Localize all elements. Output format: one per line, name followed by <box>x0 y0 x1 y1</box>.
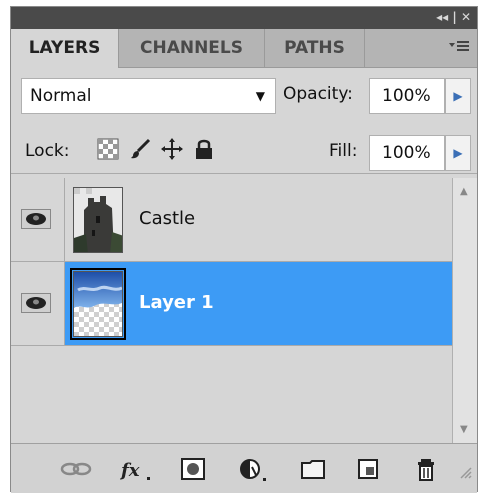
panel-titlebar: ◂◂ | ✕ <box>11 7 477 29</box>
opacity-label: Opacity: <box>283 84 353 104</box>
visibility-cell[interactable] <box>11 262 65 345</box>
lock-paint-brush-icon[interactable] <box>129 138 151 160</box>
trash-icon[interactable] <box>415 458 439 481</box>
lock-position-icon[interactable] <box>161 138 183 160</box>
chevron-down-icon: ▼ <box>255 89 265 103</box>
opacity-slider-arrow-icon[interactable]: ▶ <box>445 78 471 114</box>
visibility-cell[interactable] <box>11 178 65 261</box>
fill-slider-arrow-icon[interactable]: ▶ <box>445 135 471 171</box>
fill-label: Fill: <box>329 141 358 161</box>
link-layers-icon[interactable] <box>59 458 93 480</box>
layers-bottom-toolbar: fx <box>11 443 477 493</box>
panel-tabs: LAYERS CHANNELS PATHS <box>11 29 477 68</box>
lock-all-icon[interactable] <box>193 138 215 160</box>
sky-thumbnail <box>70 268 126 340</box>
tab-paths[interactable]: PATHS <box>265 29 365 67</box>
blend-mode-value: Normal <box>30 86 92 106</box>
layer-name[interactable]: Castle <box>139 208 195 229</box>
eye-icon[interactable] <box>21 293 51 313</box>
resize-grip-icon[interactable] <box>459 458 473 480</box>
layer-row-layer-1[interactable]: Layer 1 <box>11 262 453 346</box>
svg-text:fx: fx <box>119 460 140 481</box>
panel-menu-icon[interactable] <box>449 39 471 57</box>
scroll-up-icon[interactable]: ▲ <box>460 186 468 197</box>
layers-panel: ◂◂ | ✕ LAYERS CHANNELS PATHS Normal ▼ Op… <box>10 6 478 493</box>
new-group-icon[interactable] <box>301 458 325 480</box>
lock-label: Lock: <box>25 141 70 161</box>
add-mask-icon[interactable] <box>181 458 205 480</box>
lock-transparent-icon[interactable] <box>97 138 119 160</box>
layer-name[interactable]: Layer 1 <box>139 292 214 313</box>
opacity-field[interactable]: 100% <box>369 78 445 114</box>
tab-channels[interactable]: CHANNELS <box>119 29 265 67</box>
divider <box>11 173 477 174</box>
adjustment-layer-icon[interactable] <box>239 458 269 481</box>
new-layer-icon[interactable] <box>357 458 381 480</box>
collapse-close-controls[interactable]: ◂◂ | ✕ <box>436 10 471 24</box>
layers-scrollbar[interactable]: ▲ ▼ <box>452 178 477 443</box>
layer-row-castle[interactable]: Castle <box>11 178 453 262</box>
tab-layers[interactable]: LAYERS <box>11 29 119 68</box>
layers-list: Castle Layer 1 <box>11 178 453 443</box>
fill-field[interactable]: 100% <box>369 135 445 171</box>
scroll-down-icon[interactable]: ▼ <box>460 424 468 435</box>
eye-icon[interactable] <box>21 209 51 229</box>
fx-icon[interactable]: fx <box>119 458 153 481</box>
castle-thumbnail <box>73 187 123 253</box>
blend-mode-select[interactable]: Normal ▼ <box>21 78 276 114</box>
